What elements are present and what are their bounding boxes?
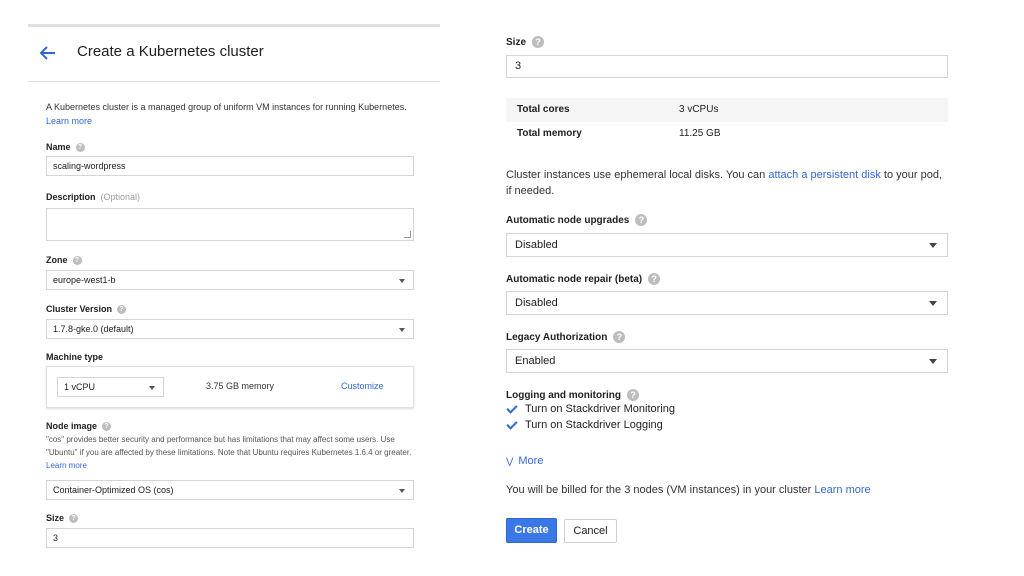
checkmark-icon[interactable] — [506, 419, 518, 431]
node-image-learn-more-link[interactable]: Learn more — [46, 461, 87, 470]
name-field[interactable]: scaling-wordpress — [46, 156, 414, 176]
help-circle-icon[interactable]: ? — [75, 142, 85, 152]
auto-upgrades-select[interactable]: Disabled — [506, 233, 948, 257]
checkmark-icon[interactable] — [506, 403, 518, 415]
description-label: Description (Optional) — [46, 192, 141, 202]
totals-table: Total cores 3 vCPUs Total memory 11.25 G… — [506, 98, 948, 146]
zone-label: Zone ? — [46, 255, 82, 265]
auto-upgrades-label: Automatic node upgrades ? — [506, 214, 648, 226]
billing-text: You will be billed for the 3 nodes (VM i… — [506, 484, 871, 496]
right-size-field[interactable]: 3 — [506, 55, 948, 78]
help-circle-icon[interactable]: ? — [532, 36, 545, 48]
size-label: Size ? — [46, 513, 79, 523]
help-circle-icon[interactable]: ? — [102, 421, 112, 431]
create-button[interactable]: Create — [506, 518, 557, 543]
help-circle-icon[interactable]: ? — [648, 273, 661, 285]
node-image-select[interactable]: Container-Optimized OS (cos) — [46, 480, 414, 500]
help-circle-icon[interactable]: ? — [635, 214, 648, 226]
machine-type-label: Machine type — [46, 352, 104, 362]
double-chevron-down-icon: ⋁ — [506, 455, 514, 466]
node-image-label: Node image ? — [46, 421, 112, 431]
help-circle-icon[interactable]: ? — [626, 389, 639, 401]
more-toggle[interactable]: ⋁ More — [506, 455, 543, 467]
help-circle-icon[interactable]: ? — [69, 513, 79, 523]
legacy-auth-label: Legacy Authorization ? — [506, 331, 626, 343]
cluster-version-label: Cluster Version ? — [46, 304, 127, 314]
arrow-left-icon[interactable] — [38, 43, 58, 63]
size-field[interactable]: 3 — [46, 528, 414, 548]
vcpu-select[interactable]: 1 vCPU — [57, 377, 164, 397]
help-circle-icon[interactable]: ? — [72, 255, 82, 265]
table-row: Total memory 11.25 GB — [517, 128, 721, 139]
disk-info-text: Cluster instances use ephemeral local di… — [506, 169, 942, 197]
machine-type-box: 1 vCPU 3.75 GB memory Customize — [46, 366, 414, 408]
billing-learn-more-link[interactable]: Learn more — [814, 484, 870, 496]
page-header: Create a Kubernetes cluster — [28, 27, 440, 82]
help-circle-icon[interactable]: ? — [117, 304, 127, 314]
left-panel: Create a Kubernetes cluster A Kubernetes… — [28, 24, 440, 576]
memory-value: 3.75 GB memory — [206, 381, 275, 391]
zone-select[interactable]: europe-west1-b — [46, 270, 414, 290]
logging-label: Logging and monitoring ? — [506, 389, 639, 401]
auto-repair-select[interactable]: Disabled — [506, 291, 948, 315]
name-label: Name ? — [46, 142, 85, 152]
monitoring-checkbox[interactable]: Turn on Stackdriver Monitoring — [506, 403, 675, 415]
resize-handle-icon[interactable] — [404, 231, 411, 238]
intro-text: A Kubernetes cluster is a managed group … — [46, 102, 407, 126]
attach-disk-link[interactable]: attach a persistent disk — [768, 169, 881, 181]
node-image-description: "cos" provides better security and perfo… — [46, 435, 412, 470]
learn-more-link[interactable]: Learn more — [46, 116, 92, 126]
logging-checkbox[interactable]: Turn on Stackdriver Logging — [506, 419, 663, 431]
customize-link[interactable]: Customize — [341, 381, 384, 391]
description-field[interactable] — [46, 208, 414, 241]
auto-repair-label: Automatic node repair (beta) ? — [506, 273, 661, 285]
cluster-version-select[interactable]: 1.7.8-gke.0 (default) — [46, 319, 414, 339]
right-size-label: Size ? — [506, 36, 545, 48]
help-circle-icon[interactable]: ? — [613, 331, 626, 343]
table-row: Total cores 3 vCPUs — [506, 98, 948, 122]
legacy-auth-select[interactable]: Enabled — [506, 349, 948, 373]
cancel-button[interactable]: Cancel — [564, 519, 617, 543]
page-title: Create a Kubernetes cluster — [77, 43, 264, 60]
